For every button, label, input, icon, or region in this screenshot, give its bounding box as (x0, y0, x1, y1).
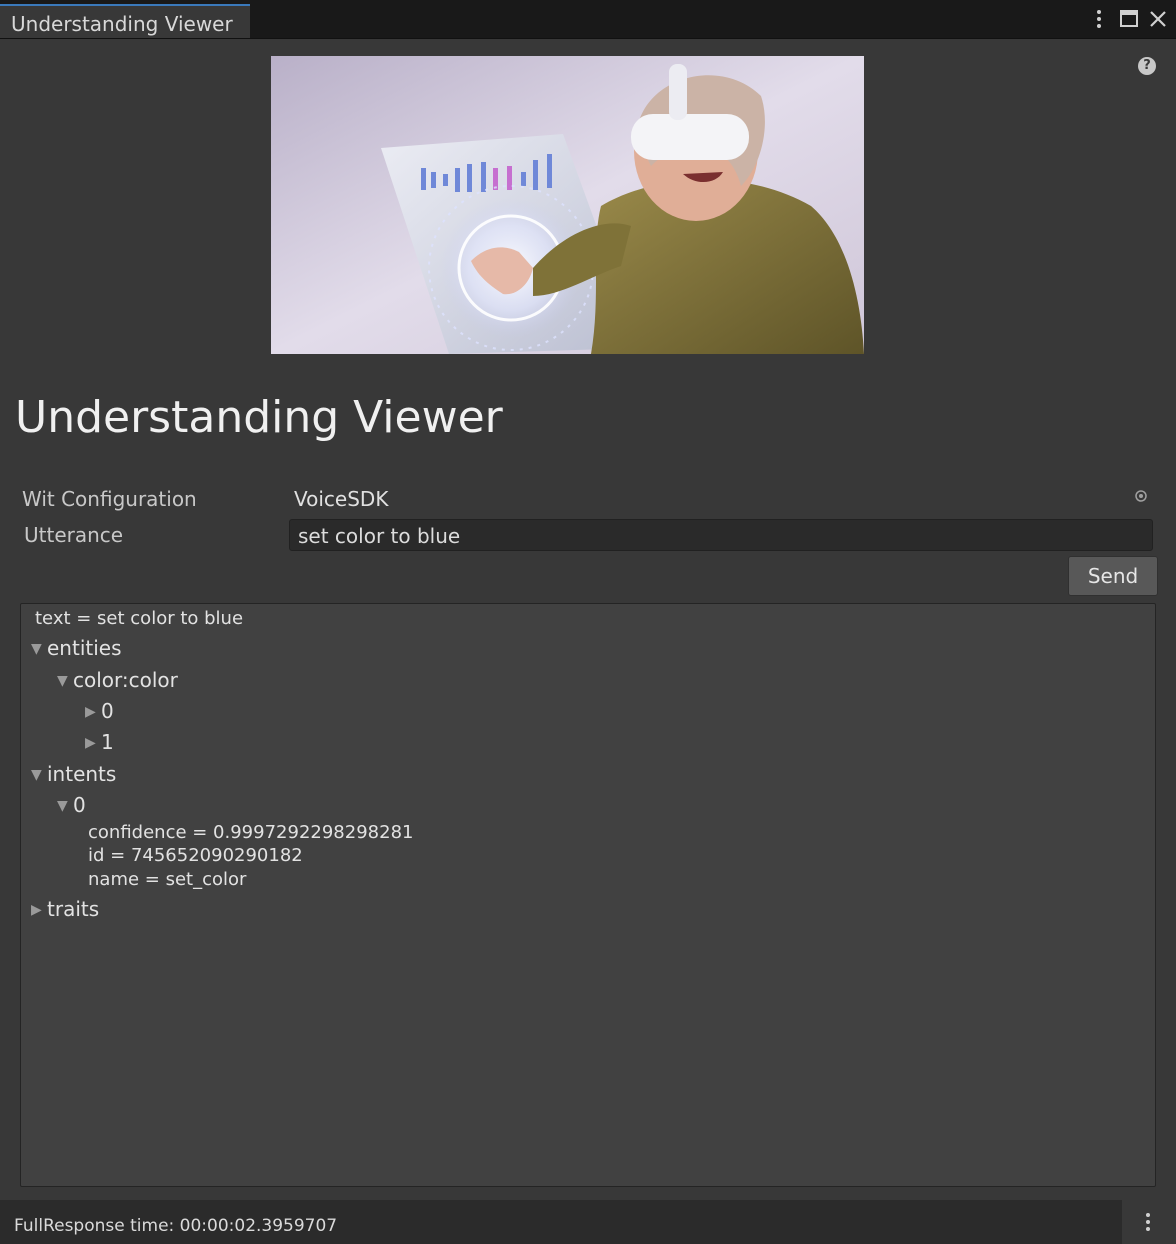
object-picker-icon[interactable] (1134, 488, 1148, 502)
utterance-input[interactable] (289, 519, 1153, 551)
understanding-viewer-window: Understanding Viewer ? Understanding Vie… (0, 0, 1176, 1244)
tree-row-label: entities (47, 636, 122, 660)
tree-row-label: 1 (101, 730, 114, 754)
tree-node-row[interactable]: ▶ 0 (85, 699, 114, 723)
wit-configuration-field[interactable]: VoiceSDK (294, 487, 388, 511)
tree-row-label: intents (47, 762, 117, 786)
tree-node-row[interactable]: ▼ intents (31, 762, 116, 786)
tree-row-label: color:color (73, 668, 178, 692)
wit-configuration-label: Wit Configuration (22, 487, 197, 511)
tree-row-label: traits (47, 897, 100, 921)
maximize-icon[interactable] (1118, 6, 1142, 32)
tree-node-row[interactable]: ▼ 0 (57, 793, 86, 817)
status-bar: FullResponse time: 00:00:02.3959707 (0, 1200, 1122, 1244)
tree-node-row[interactable]: ▶ 1 (85, 730, 114, 754)
tree-row-label: 0 (73, 793, 86, 817)
expanded-arrow-icon[interactable]: ▼ (31, 767, 47, 783)
tree-row-label: name = set_color (88, 869, 247, 890)
page-title: Understanding Viewer (15, 392, 503, 443)
tree-node-row[interactable]: ▶ traits (31, 897, 99, 921)
close-icon[interactable] (1146, 6, 1170, 32)
tree-row-label: id = 745652090290182 (88, 845, 303, 866)
utterance-label: Utterance (24, 523, 124, 547)
tab-bar: Understanding Viewer (0, 0, 1176, 39)
tree-value-row: name = set_color (88, 869, 246, 890)
expanded-arrow-icon[interactable]: ▼ (57, 673, 73, 689)
tree-value-row: text = set color to blue (35, 608, 243, 629)
tab-title: Understanding Viewer (11, 12, 233, 36)
tab-understanding-viewer[interactable]: Understanding Viewer (0, 4, 250, 38)
header-image (271, 56, 864, 354)
tree-row-label: text = set color to blue (35, 608, 244, 629)
help-icon[interactable]: ? (1138, 57, 1156, 75)
collapsed-arrow-icon[interactable]: ▶ (85, 735, 101, 751)
expanded-arrow-icon[interactable]: ▼ (57, 798, 73, 814)
expanded-arrow-icon[interactable]: ▼ (31, 641, 47, 657)
tree-row-label: 0 (101, 699, 114, 723)
response-tree-panel[interactable]: text = set color to blue ▼ entities ▼ color:… (20, 603, 1156, 1187)
tree-node-row[interactable]: ▼ entities (31, 636, 122, 660)
status-menu-icon[interactable] (1138, 1208, 1158, 1236)
collapsed-arrow-icon[interactable]: ▶ (85, 704, 101, 720)
tree-node-row[interactable]: ▼ color:color (57, 668, 178, 692)
collapsed-arrow-icon[interactable]: ▶ (31, 902, 47, 918)
tree-value-row: confidence = 0.9997292298298281 (88, 822, 413, 843)
tree-value-row: id = 745652090290182 (88, 845, 303, 866)
tree-row-label: confidence = 0.9997292298298281 (88, 822, 414, 843)
window-menu-icon[interactable] (1090, 6, 1114, 32)
send-button[interactable]: Send (1068, 556, 1158, 596)
status-text: FullResponse time: 00:00:02.3959707 (14, 1216, 338, 1236)
